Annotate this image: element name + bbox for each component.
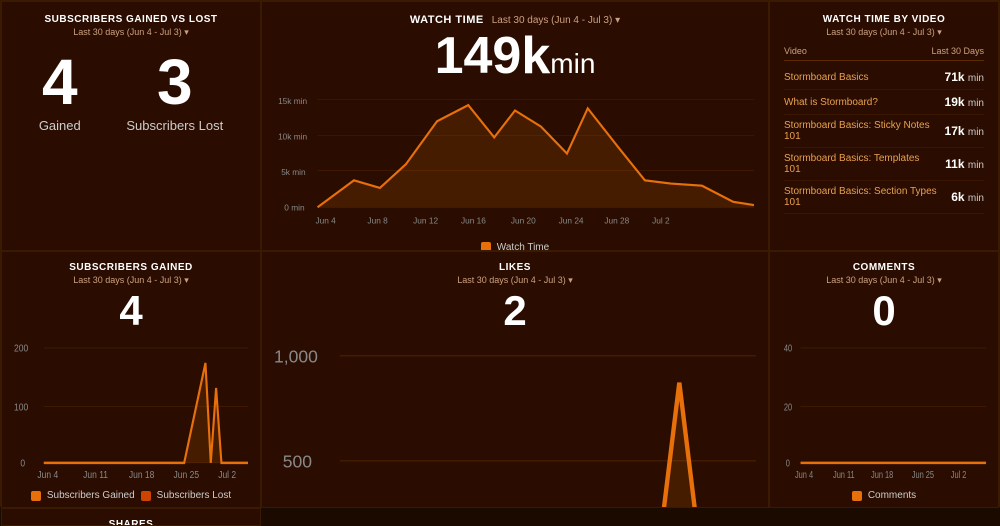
sub-gained-chart: 200 100 0 Jun 4 Jun 11 Jun 18 Jun 25 Jul… xyxy=(14,338,248,488)
sub-gained-lost-subtitle[interactable]: Last 30 days (Jun 4 - Jul 3) xyxy=(73,27,189,38)
sub-gained-legend: Subscribers Gained Subscribers Lost xyxy=(31,490,231,501)
subscribers-gained-lost-panel: SUBSCRIBERS GAINED VS LOST Last 30 days … xyxy=(1,1,261,251)
video-table-row: What is Stormboard? 19k min xyxy=(784,90,984,115)
watch-by-video-panel: WATCH TIME BY VIDEO Last 30 days (Jun 4 … xyxy=(769,1,999,251)
svg-text:1,000: 1,000 xyxy=(274,347,318,367)
svg-text:0 min: 0 min xyxy=(284,203,305,213)
watch-time-subtitle[interactable]: Last 30 days (Jun 4 - Jul 3) xyxy=(492,15,620,26)
comments-legend-label: Comments xyxy=(868,490,916,501)
svg-text:0: 0 xyxy=(20,458,25,469)
lost-value: 3 xyxy=(126,50,223,114)
svg-text:Jun 4: Jun 4 xyxy=(795,469,813,480)
gained-label: Gained xyxy=(39,118,81,133)
likes-value: 2 xyxy=(503,288,526,334)
lost-label: Subscribers Lost xyxy=(126,118,223,133)
svg-text:Jun 25: Jun 25 xyxy=(174,469,200,480)
svg-text:Jun 25: Jun 25 xyxy=(912,469,934,480)
svg-text:Jun 11: Jun 11 xyxy=(833,469,855,480)
svg-text:15k min: 15k min xyxy=(278,96,307,106)
watch-time-legend-checkbox[interactable] xyxy=(481,242,491,251)
video-value: 71k min xyxy=(945,70,984,84)
watch-time-chart: 15k min 10k min 5k min 0 min Jun 4 Jun 8… xyxy=(276,89,754,239)
svg-text:Jul 2: Jul 2 xyxy=(218,469,236,480)
comments-chart: 40 20 0 Jun 4 Jun 11 Jun 18 Jun 25 Jul 2 xyxy=(782,338,986,488)
svg-text:Jun 18: Jun 18 xyxy=(129,469,155,480)
sub-gained-lost-title: SUBSCRIBERS GAINED VS LOST xyxy=(44,14,217,25)
likes-title: LIKES xyxy=(499,262,531,273)
svg-text:Jun 28: Jun 28 xyxy=(604,215,629,225)
svg-text:Jun 16: Jun 16 xyxy=(461,215,486,225)
svg-text:Jun 4: Jun 4 xyxy=(37,469,58,480)
svg-text:0: 0 xyxy=(786,458,790,469)
video-value: 17k min xyxy=(945,124,984,138)
likes-panel: LIKES Last 30 days (Jun 4 - Jul 3) 2 1,0… xyxy=(261,251,769,508)
video-value: 6k min xyxy=(951,190,984,204)
likes-chart: 1,000 500 0 Jun 4 Jun 11 Jun 18 Jun 25 J… xyxy=(274,338,756,508)
sub-gained-title: SUBSCRIBERS GAINED xyxy=(69,262,192,273)
svg-text:Jun 8: Jun 8 xyxy=(367,215,388,225)
video-name: Stormboard Basics: Sticky Notes 101 xyxy=(784,120,937,142)
svg-text:100: 100 xyxy=(14,402,28,413)
svg-text:5k min: 5k min xyxy=(281,167,306,177)
svg-text:Jul 2: Jul 2 xyxy=(652,215,670,225)
video-name: What is Stormboard? xyxy=(784,97,937,108)
video-table-row: Stormboard Basics: Section Types 101 6k … xyxy=(784,181,984,214)
svg-text:Jun 12: Jun 12 xyxy=(413,215,438,225)
video-table-row: Stormboard Basics: Sticky Notes 101 17k … xyxy=(784,115,984,148)
watch-by-video-subtitle[interactable]: Last 30 days (Jun 4 - Jul 3) xyxy=(784,27,984,38)
svg-text:10k min: 10k min xyxy=(278,132,307,142)
watch-time-panel: WATCH TIME Last 30 days (Jun 4 - Jul 3) … xyxy=(261,1,769,251)
video-name: Stormboard Basics: Templates 101 xyxy=(784,153,937,175)
comments-panel: COMMENTS Last 30 days (Jun 4 - Jul 3) 0 … xyxy=(769,251,999,508)
comments-subtitle[interactable]: Last 30 days (Jun 4 - Jul 3) xyxy=(826,275,942,286)
watch-time-value: 149kmin xyxy=(435,28,596,85)
comments-title: COMMENTS xyxy=(853,262,915,273)
comments-legend: Comments xyxy=(852,490,916,501)
lost-item: 3 Subscribers Lost xyxy=(126,50,223,133)
video-value: 19k min xyxy=(945,95,984,109)
svg-text:20: 20 xyxy=(784,402,792,413)
gained-value: 4 xyxy=(39,50,81,114)
col-days: Last 30 Days xyxy=(931,46,984,56)
svg-text:Jun 24: Jun 24 xyxy=(559,215,584,225)
svg-text:Jun 11: Jun 11 xyxy=(83,469,108,480)
sub-lost-legend-label: Subscribers Lost xyxy=(157,490,231,501)
svg-text:Jun 4: Jun 4 xyxy=(315,215,336,225)
col-video: Video xyxy=(784,46,807,56)
shares-panel: SHARES Last 30 days (Jun 4 - Jul 3) 7 10… xyxy=(1,508,261,526)
gained-item: 4 Gained xyxy=(39,50,81,133)
sub-gained-subtitle[interactable]: Last 30 days (Jun 4 - Jul 3) xyxy=(73,275,189,286)
video-name: Stormboard Basics: Section Types 101 xyxy=(784,186,943,208)
video-value: 11k min xyxy=(945,157,984,171)
svg-text:Jun 18: Jun 18 xyxy=(871,469,893,480)
video-name: Stormboard Basics xyxy=(784,72,937,83)
shares-title: SHARES xyxy=(109,519,154,526)
svg-text:Jul 2: Jul 2 xyxy=(951,469,967,480)
svg-text:200: 200 xyxy=(14,343,28,354)
video-table: Video Last 30 Days Stormboard Basics 71k… xyxy=(784,46,984,214)
video-table-row: Stormboard Basics: Templates 101 11k min xyxy=(784,148,984,181)
watch-time-legend-label: Watch Time xyxy=(497,242,549,251)
sub-gained-legend-label: Subscribers Gained xyxy=(47,490,135,501)
watch-by-video-title: WATCH TIME BY VIDEO xyxy=(784,14,984,25)
svg-text:Jun 20: Jun 20 xyxy=(511,215,536,225)
likes-subtitle[interactable]: Last 30 days (Jun 4 - Jul 3) xyxy=(457,275,573,286)
comments-value: 0 xyxy=(872,288,895,334)
sub-gained-value: 4 xyxy=(119,288,142,334)
watch-time-legend: Watch Time xyxy=(481,242,549,251)
watch-time-title: WATCH TIME xyxy=(410,14,484,26)
svg-text:40: 40 xyxy=(784,343,792,354)
video-table-row: Stormboard Basics 71k min xyxy=(784,65,984,90)
svg-text:500: 500 xyxy=(283,452,312,472)
subscribers-gained-panel: SUBSCRIBERS GAINED Last 30 days (Jun 4 -… xyxy=(1,251,261,508)
